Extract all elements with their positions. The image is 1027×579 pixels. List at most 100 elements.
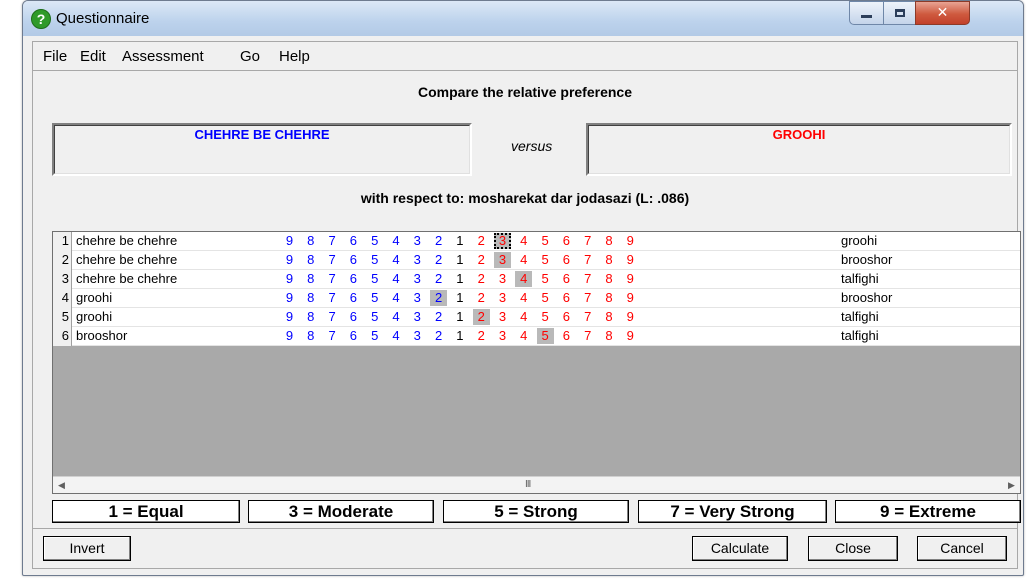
scale-cell[interactable]: 7 — [324, 290, 341, 306]
scale-cell[interactable]: 4 — [388, 271, 405, 287]
menu-go[interactable]: Go — [240, 48, 260, 65]
scale-cell[interactable]: 5 — [366, 252, 383, 268]
scale-cell[interactable]: 3 — [409, 233, 426, 249]
scale-cell[interactable]: 2 — [473, 252, 490, 268]
scale-cell[interactable]: 2 — [430, 271, 447, 287]
scale-cell[interactable]: 8 — [302, 252, 319, 268]
scale-cell[interactable]: 1 — [451, 328, 468, 344]
scale-cell[interactable]: 2 — [472, 309, 490, 325]
scale-cell[interactable]: 9 — [281, 309, 298, 325]
scale-cell[interactable]: 6 — [345, 252, 362, 268]
scale-cell[interactable]: 4 — [388, 309, 405, 325]
scale-cell[interactable]: 1 — [451, 309, 468, 325]
scale-cell[interactable]: 5 — [537, 309, 554, 325]
scale-cell[interactable]: 7 — [324, 328, 341, 344]
scale-cell[interactable]: 6 — [558, 290, 575, 306]
scale-cell[interactable]: 3 — [409, 309, 426, 325]
scale-cell[interactable]: 7 — [579, 290, 596, 306]
scale-cell[interactable]: 7 — [324, 271, 341, 287]
scale-cell[interactable]: 2 — [430, 309, 447, 325]
scale-cell[interactable]: 1 — [451, 233, 468, 249]
scale-cell[interactable]: 4 — [515, 252, 532, 268]
scale-cell[interactable]: 3 — [494, 233, 511, 249]
menu-help[interactable]: Help — [279, 48, 310, 65]
scale-cell[interactable]: 5 — [536, 328, 554, 344]
scale-cell[interactable]: 1 — [451, 290, 468, 306]
menu-file[interactable]: File — [43, 48, 67, 65]
scale-cell[interactable]: 8 — [601, 233, 618, 249]
scale-cell[interactable]: 3 — [409, 271, 426, 287]
scale-cell[interactable]: 9 — [281, 290, 298, 306]
scale-cell[interactable]: 5 — [366, 271, 383, 287]
scale-cell[interactable]: 6 — [345, 309, 362, 325]
minimize-button[interactable] — [849, 1, 884, 25]
scale-cell[interactable]: 4 — [515, 290, 532, 306]
scale-cell[interactable]: 5 — [537, 233, 554, 249]
title-bar[interactable]: ? Questionnaire ✕ — [23, 1, 1023, 36]
cancel-button[interactable]: Cancel — [917, 536, 1007, 561]
scale-cell[interactable]: 4 — [388, 233, 405, 249]
scale-cell[interactable]: 8 — [601, 309, 618, 325]
scale-cell[interactable]: 5 — [366, 233, 383, 249]
scale-cell[interactable]: 4 — [515, 309, 532, 325]
scale-cell[interactable]: 8 — [302, 328, 319, 344]
scale-cell[interactable]: 2 — [473, 290, 490, 306]
scale-cell[interactable]: 8 — [601, 252, 618, 268]
menu-assessment[interactable]: Assessment — [122, 48, 204, 65]
scale-cell[interactable]: 9 — [622, 252, 639, 268]
scale-cell[interactable]: 9 — [281, 271, 298, 287]
scale-cell[interactable]: 8 — [601, 328, 618, 344]
scale-cell[interactable]: 2 — [473, 271, 490, 287]
scale-cell[interactable]: 9 — [622, 271, 639, 287]
scale-cell[interactable]: 5 — [366, 290, 383, 306]
scroll-grip-icon[interactable]: III — [525, 477, 531, 492]
scale-cell[interactable]: 7 — [324, 233, 341, 249]
scale-cell[interactable]: 7 — [324, 252, 341, 268]
scale-cell[interactable]: 7 — [579, 271, 596, 287]
close-window-button[interactable]: ✕ — [915, 1, 970, 25]
scale-cell[interactable]: 6 — [558, 309, 575, 325]
scale-cell[interactable]: 4 — [515, 328, 532, 344]
scale-cell[interactable]: 6 — [558, 252, 575, 268]
scale-cell[interactable]: 3 — [494, 328, 511, 344]
scale-cell[interactable]: 2 — [430, 328, 447, 344]
scale-cell[interactable]: 3 — [494, 271, 511, 287]
scale-cell[interactable]: 2 — [430, 252, 447, 268]
scale-cell[interactable]: 2 — [430, 233, 447, 249]
scale-cell[interactable]: 6 — [558, 233, 575, 249]
scale-cell[interactable]: 6 — [345, 233, 362, 249]
scale-cell[interactable]: 7 — [324, 309, 341, 325]
scale-cell[interactable]: 5 — [366, 309, 383, 325]
scale-cell[interactable]: 4 — [388, 252, 405, 268]
scale-cell[interactable]: 3 — [494, 252, 511, 268]
scale-cell[interactable]: 4 — [388, 328, 405, 344]
scale-cell[interactable]: 3 — [409, 328, 426, 344]
scale-cell[interactable]: 3 — [494, 309, 511, 325]
scale-cell[interactable]: 7 — [579, 233, 596, 249]
scroll-right-icon[interactable]: ▶ — [1003, 477, 1020, 493]
close-button[interactable]: Close — [808, 536, 898, 561]
scale-cell[interactable]: 8 — [302, 233, 319, 249]
scale-cell[interactable]: 7 — [579, 252, 596, 268]
scale-cell[interactable]: 3 — [409, 252, 426, 268]
scale-cell[interactable]: 3 — [494, 290, 511, 306]
scale-cell[interactable]: 8 — [302, 271, 319, 287]
scale-cell[interactable]: 2 — [430, 290, 448, 306]
scale-cell[interactable]: 8 — [302, 309, 319, 325]
scale-cell[interactable]: 9 — [622, 328, 639, 344]
scale-cell[interactable]: 6 — [558, 328, 575, 344]
scale-cell[interactable]: 5 — [537, 252, 554, 268]
invert-button[interactable]: Invert — [43, 536, 131, 561]
scale-cell[interactable]: 7 — [579, 328, 596, 344]
scale-cell[interactable]: 6 — [345, 290, 362, 306]
maximize-button[interactable] — [883, 1, 916, 25]
menu-edit[interactable]: Edit — [80, 48, 106, 65]
scale-cell[interactable]: 5 — [537, 271, 554, 287]
scale-cell[interactable]: 4 — [515, 271, 533, 287]
scale-cell[interactable]: 8 — [302, 290, 319, 306]
scale-cell[interactable]: 7 — [579, 309, 596, 325]
scale-cell[interactable]: 9 — [622, 309, 639, 325]
scale-cell[interactable]: 1 — [451, 271, 468, 287]
scale-cell[interactable]: 6 — [345, 328, 362, 344]
horizontal-scrollbar[interactable]: ◀ III ▶ — [53, 476, 1020, 493]
